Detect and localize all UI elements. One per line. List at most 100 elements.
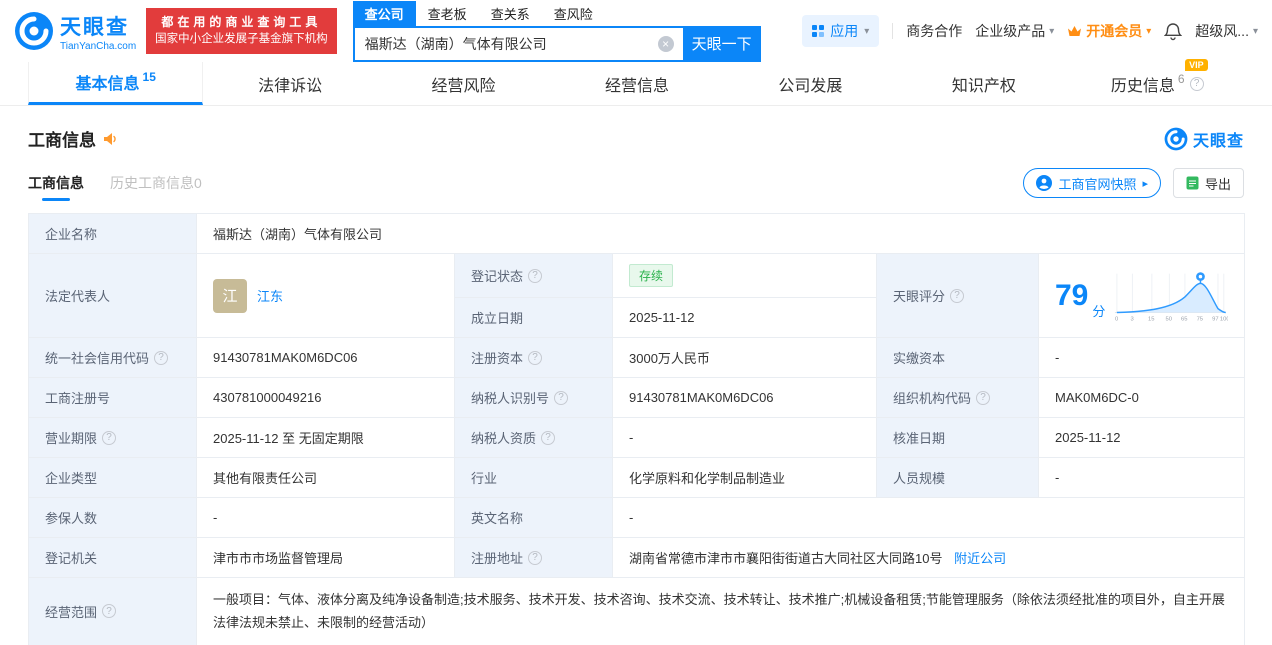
search-tab-risk[interactable]: 查风险 bbox=[542, 1, 605, 26]
field-label: 成立日期 bbox=[454, 297, 613, 338]
help-icon[interactable]: ? bbox=[976, 390, 991, 405]
help-icon[interactable]: ? bbox=[541, 430, 556, 445]
svg-text:100: 100 bbox=[1220, 316, 1228, 322]
help-icon[interactable]: ? bbox=[950, 288, 965, 303]
field-label: 法定代表人 bbox=[28, 253, 197, 338]
paid-capital-value: - bbox=[1037, 337, 1246, 378]
help-icon[interactable]: ? bbox=[554, 390, 569, 405]
field-label: 实缴资本 bbox=[876, 337, 1039, 378]
vip-tag: VIP bbox=[1185, 58, 1208, 71]
user-menu[interactable]: 超级风... ▾ bbox=[1195, 21, 1258, 41]
legal-rep-link[interactable]: 江东 bbox=[257, 286, 283, 305]
score-unit: 分 bbox=[1092, 303, 1106, 319]
field-label: 参保人数 bbox=[28, 497, 197, 538]
person-badge-icon bbox=[1036, 175, 1053, 191]
tianyancha-logo[interactable]: 天眼查 TianYanCha.com bbox=[14, 11, 136, 52]
eye-logo-icon bbox=[15, 12, 53, 50]
chevron-down-icon: ▾ bbox=[1049, 25, 1055, 37]
tab-legal-litigation[interactable]: 法律诉讼 bbox=[203, 62, 376, 105]
nav-business-label: 商务合作 bbox=[906, 23, 963, 39]
search-tab-company[interactable]: 查公司 bbox=[352, 0, 416, 26]
field-label: 纳税人资质 ? bbox=[454, 417, 613, 458]
subtab-business-info[interactable]: 工商信息 bbox=[28, 173, 84, 193]
vip-membership-button[interactable]: 开通会员 ▾ bbox=[1067, 21, 1151, 41]
nearby-companies-link[interactable]: 附近公司 bbox=[954, 551, 1006, 566]
tab-label: 经营信息 bbox=[604, 77, 669, 95]
section-header: 工商信息 天眼查 bbox=[28, 126, 1244, 151]
help-icon[interactable]: ? bbox=[102, 430, 117, 445]
reg-capital-value: 3000万人民币 bbox=[612, 337, 877, 378]
tab-count: 6 bbox=[1177, 71, 1185, 86]
search-input[interactable] bbox=[352, 25, 683, 62]
nav-business-cooperation[interactable]: 商务合作 bbox=[906, 21, 962, 41]
field-label: 组织机构代码 ? bbox=[876, 377, 1039, 418]
subtab-history-business-info[interactable]: 历史工商信息0 bbox=[110, 173, 202, 193]
apps-menu[interactable]: 应用 ▾ bbox=[802, 15, 880, 47]
help-icon[interactable]: ? bbox=[1189, 76, 1204, 91]
table-row: 登记机关 津市市市场监督管理局 注册地址 ? 湖南省常德市津市市襄阳街街道古大同… bbox=[28, 537, 1246, 578]
brand-domain: TianYanCha.com bbox=[60, 40, 137, 52]
table-row: 经营范围 ? 一般项目：气体、液体分离及纯净设备制造;技术服务、技术开发、技术咨… bbox=[28, 577, 1246, 645]
org-code-value: MAK0M6DC-0 bbox=[1037, 377, 1246, 418]
field-label: 企业类型 bbox=[28, 457, 197, 498]
search-tab-boss[interactable]: 查老板 bbox=[416, 1, 479, 26]
export-button[interactable]: 导出 bbox=[1172, 168, 1244, 198]
credit-code-value: 91430781MAK0M6DC06 bbox=[196, 337, 455, 378]
reg-status-value: 存续 bbox=[612, 253, 877, 298]
nav-enterprise-products[interactable]: 企业级产品 ▾ bbox=[975, 21, 1054, 41]
svg-text:97: 97 bbox=[1213, 316, 1219, 322]
taxpayer-quality-value: - bbox=[612, 417, 877, 458]
notification-bell-icon[interactable] bbox=[1164, 22, 1183, 41]
company-name-value: 福斯达（湖南）气体有限公司 bbox=[195, 213, 1246, 254]
nav-enterprise-label: 企业级产品 bbox=[975, 23, 1046, 39]
section-watermark-logo: 天眼查 bbox=[1164, 127, 1244, 151]
subtab-actions: 工商官网快照 ▸ 导出 bbox=[1023, 168, 1244, 198]
tab-label: 历史信息 bbox=[1110, 77, 1175, 95]
help-icon[interactable]: ? bbox=[528, 550, 543, 565]
help-icon[interactable]: ? bbox=[154, 350, 169, 365]
company-type-value: 其他有限责任公司 bbox=[196, 457, 455, 498]
table-row: 法定代表人 江 江东 登记状态 ? 存续 天眼评分 ? 79 分 0 3 15 … bbox=[28, 253, 1246, 338]
apps-label: 应用 bbox=[830, 23, 859, 39]
watermark-brand: 天眼查 bbox=[1192, 132, 1244, 150]
field-label: 登记机关 bbox=[28, 537, 197, 578]
business-term-value: 2025-11-12 至 无固定期限 bbox=[196, 417, 455, 458]
business-scope-value: 一般项目：气体、液体分离及纯净设备制造;技术服务、技术开发、技术咨询、技术交流、… bbox=[195, 577, 1246, 645]
svg-text:3: 3 bbox=[1131, 316, 1134, 322]
english-name-value: - bbox=[611, 497, 1246, 538]
address-value: 湖南省常德市津市市襄阳街街道古大同社区大同路10号 bbox=[629, 551, 943, 566]
clear-icon[interactable]: × bbox=[657, 35, 674, 52]
establish-date-value: 2025-11-12 bbox=[612, 297, 877, 338]
company-nav-tabs: 基本信息 15 法律诉讼 经营风险 经营信息 公司发展 知识产权 历史信息 6 … bbox=[0, 58, 1272, 106]
official-snapshot-button[interactable]: 工商官网快照 ▸ bbox=[1023, 168, 1161, 198]
avatar[interactable]: 江 bbox=[213, 278, 247, 313]
help-icon[interactable]: ? bbox=[528, 268, 543, 283]
svg-text:15: 15 bbox=[1148, 316, 1154, 322]
industry-value: 化学原料和化学制品制造业 bbox=[612, 457, 877, 498]
tab-intellectual-property[interactable]: 知识产权 bbox=[897, 62, 1070, 105]
field-label: 登记状态 ? bbox=[454, 253, 613, 298]
help-icon[interactable]: ? bbox=[528, 350, 543, 365]
table-row: 统一社会信用代码 ? 91430781MAK0M6DC06 注册资本 ? 300… bbox=[28, 337, 1246, 378]
tab-operation-info[interactable]: 经营信息 bbox=[550, 62, 723, 105]
tab-label: 基本信息 bbox=[75, 76, 140, 93]
help-icon[interactable]: ? bbox=[102, 604, 117, 619]
tab-history-info[interactable]: 历史信息 6 ? VIP bbox=[1071, 58, 1244, 105]
tab-basic-info[interactable]: 基本信息 15 bbox=[28, 62, 204, 105]
svg-text:75: 75 bbox=[1197, 316, 1203, 322]
announcement-horn-icon[interactable] bbox=[102, 131, 118, 147]
svg-text:0: 0 bbox=[1115, 316, 1119, 322]
tab-operation-risk[interactable]: 经营风险 bbox=[377, 62, 550, 105]
search-tab-relation[interactable]: 查关系 bbox=[479, 1, 542, 26]
export-label: 导出 bbox=[1204, 176, 1231, 192]
search-button[interactable]: 天眼一下 bbox=[682, 25, 761, 62]
tab-company-development[interactable]: 公司发展 bbox=[724, 62, 897, 105]
tab-label: 公司发展 bbox=[778, 77, 843, 95]
slogan-line2: 国家中小企业发展子基金旗下机构 bbox=[155, 33, 328, 46]
field-label: 营业期限 ? bbox=[28, 417, 197, 458]
field-label: 统一社会信用代码 ? bbox=[28, 337, 197, 378]
logo-text: 天眼查 TianYanCha.com bbox=[60, 11, 136, 52]
field-label: 英文名称 bbox=[454, 497, 613, 538]
arrow-right-icon: ▸ bbox=[1142, 177, 1148, 190]
tab-label: 知识产权 bbox=[951, 77, 1016, 95]
